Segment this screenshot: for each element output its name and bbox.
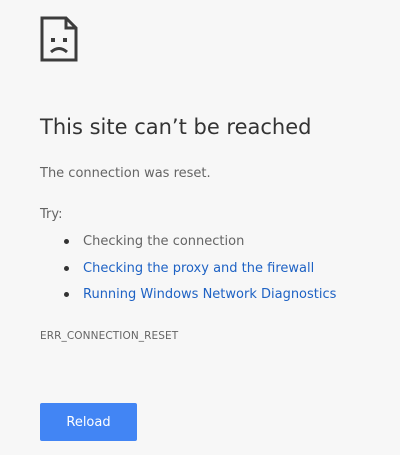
suggestion-text: Checking the connection [83,234,245,249]
error-subtitle: The connection was reset. [40,166,211,181]
suggestion-item-proxy-firewall: Checking the proxy and the firewall [64,259,336,286]
proxy-firewall-link[interactable]: Checking the proxy and the firewall [83,261,314,276]
bullet-icon [64,239,69,244]
error-code: ERR_CONNECTION_RESET [40,330,179,342]
bullet-icon [64,292,69,297]
try-label: Try: [40,207,63,222]
bullet-icon [64,265,69,271]
reload-button[interactable]: Reload [40,403,137,441]
network-diagnostics-link[interactable]: Running Windows Network Diagnostics [83,287,336,302]
suggestion-item-network-diagnostics: Running Windows Network Diagnostics [64,285,336,312]
suggestion-item-check-connection: Checking the connection [64,232,336,259]
sad-page-icon [40,16,80,62]
suggestion-list: Checking the connection Checking the pro… [64,232,336,312]
page-title: This site can’t be reached [40,115,312,139]
